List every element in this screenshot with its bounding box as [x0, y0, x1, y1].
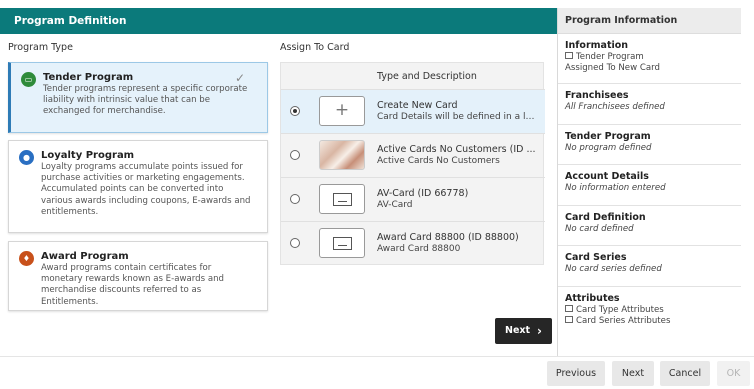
card-description: AV-Card — [377, 200, 413, 210]
program-title: Tender Program — [43, 72, 134, 83]
card-title: AV-Card (ID 66778) — [377, 188, 469, 199]
card-title: Active Cards No Customers (ID ... — [377, 144, 536, 155]
section-title: Card Series — [565, 252, 627, 263]
next-button[interactable]: Next — [612, 361, 654, 386]
section-value: No card series defined — [565, 264, 662, 274]
section-value: No information entered — [565, 183, 666, 193]
info-section-information: Information Tender Program Assigned To N… — [558, 34, 741, 84]
card-icon — [319, 184, 365, 214]
section-title: Tender Program — [565, 131, 651, 142]
tender-icon: ▭ — [21, 72, 36, 87]
radio-button[interactable] — [290, 150, 300, 160]
column-header-type-description: Type and Description — [377, 71, 477, 82]
award-icon: ♦ — [19, 251, 34, 266]
program-card-loyalty[interactable]: ● Loyalty Program Loyalty programs accum… — [8, 140, 268, 233]
plus-icon: + — [319, 96, 365, 126]
photo-card — [319, 140, 365, 170]
program-title: Award Program — [41, 251, 129, 262]
section-title: Information — [565, 40, 629, 51]
program-card-tender[interactable]: ▭ ✓ Tender Program Tender programs repre… — [8, 62, 268, 133]
section-title: Card Definition — [565, 212, 646, 223]
section-title: Account Details — [565, 171, 649, 182]
card-icon — [319, 228, 365, 258]
assign-to-card-heading: Assign To Card — [280, 42, 350, 53]
program-information-panel: Program Information Information Tender P… — [557, 8, 741, 358]
info-section-card-series: Card Series No card series defined — [558, 246, 741, 287]
program-description: Loyalty programs accumulate points issue… — [41, 162, 251, 217]
page-title: Program Definition — [0, 8, 557, 34]
check-icon: ✓ — [234, 71, 245, 85]
section-value: Card Type Attributes — [576, 305, 664, 315]
info-section-card-definition: Card Definition No card defined — [558, 206, 741, 246]
person-icon: ● — [19, 150, 34, 165]
program-title: Loyalty Program — [41, 150, 135, 161]
side-panel-title: Program Information — [558, 8, 741, 34]
card-type-attributes-icon — [565, 305, 573, 312]
section-value: Card Series Attributes — [576, 316, 671, 326]
table-row[interactable]: + Create New Card Card Details will be d… — [281, 89, 545, 133]
radio-button[interactable] — [290, 238, 300, 248]
previous-button[interactable]: Previous — [547, 361, 605, 386]
info-section-tender-program: Tender Program No program defined — [558, 125, 741, 165]
card-description: Award Card 88800 — [377, 244, 461, 254]
card-title: Create New Card — [377, 100, 458, 111]
section-value: No program defined — [565, 143, 652, 153]
card-title: Award Card 88800 (ID 88800) — [377, 232, 519, 243]
section-title: Franchisees — [565, 90, 629, 101]
next-label: Next — [505, 325, 531, 336]
chevron-right-icon: › — [537, 324, 542, 338]
table-row[interactable]: AV-Card (ID 66778) AV-Card — [281, 177, 545, 221]
footer-bar: Previous Next Cancel OK — [0, 356, 754, 389]
next-button-inline[interactable]: Next › — [495, 318, 552, 344]
info-section-franchisees: Franchisees All Franchisees defined — [558, 84, 741, 125]
card-series-attributes-icon — [565, 316, 573, 323]
program-description: Tender programs represent a specific cor… — [43, 84, 248, 117]
table-row[interactable]: Active Cards No Customers (ID ... Active… — [281, 133, 545, 177]
cancel-button[interactable]: Cancel — [660, 361, 710, 386]
program-description: Award programs contain certificates for … — [41, 263, 224, 307]
program-card-award[interactable]: ♦ Award Program Award programs contain c… — [8, 241, 268, 311]
section-value: All Franchisees defined — [565, 102, 665, 112]
radio-button[interactable] — [290, 106, 300, 116]
section-value: Tender Program — [576, 52, 644, 62]
card-table: Type and Description + Create New Card C… — [280, 62, 545, 265]
section-value: No card defined — [565, 224, 634, 234]
section-title: Attributes — [565, 293, 620, 304]
card-description: Active Cards No Customers — [377, 156, 500, 166]
program-type-heading: Program Type — [8, 42, 73, 53]
program-definition-panel: Program Definition Program Type Assign T… — [0, 0, 557, 389]
info-section-attributes: Attributes Card Type Attributes Card Ser… — [558, 287, 741, 335]
card-description: Card Details will be defined in a lat... — [377, 112, 537, 122]
table-row[interactable]: Award Card 88800 (ID 88800) Award Card 8… — [281, 221, 545, 265]
info-section-account-details: Account Details No information entered — [558, 165, 741, 206]
section-value: Assigned To New Card — [565, 63, 660, 73]
ok-button[interactable]: OK — [717, 361, 750, 386]
card-icon — [565, 52, 573, 59]
radio-button[interactable] — [290, 194, 300, 204]
